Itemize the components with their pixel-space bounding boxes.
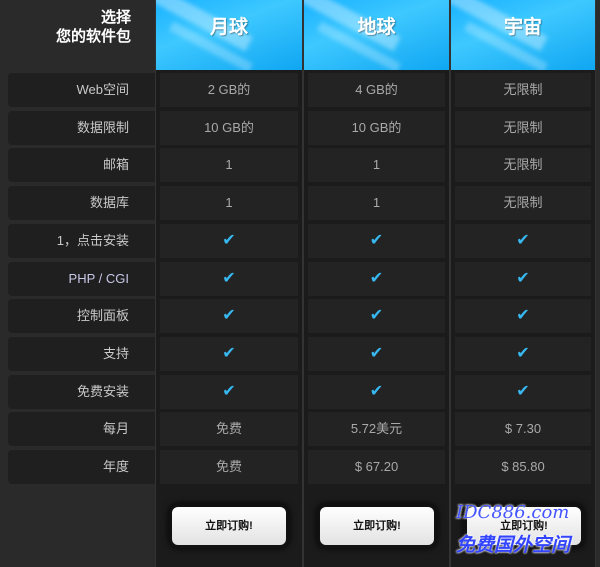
feature-label-support: 支持	[8, 337, 155, 371]
plan-cell: 10 GB的	[160, 111, 298, 145]
plan-column-moon: 月球 2 GB的 10 GB的 1 1 ✔ ✔ ✔ ✔ ✔ 免费 免费 立即订购…	[155, 0, 303, 567]
feature-label-web-space: Web空间	[8, 73, 155, 107]
watermark-slogan: 免费国外空间	[456, 534, 571, 556]
plan-cell: 10 GB的	[308, 111, 445, 145]
plan-cell: 无限制	[455, 111, 591, 145]
check-icon: ✔	[160, 375, 298, 409]
check-icon: ✔	[455, 262, 591, 296]
check-icon: ✔	[160, 224, 298, 258]
order-now-button-earth[interactable]: 立即订购!	[320, 507, 434, 545]
feature-label-data-limit: 数据限制	[8, 111, 155, 145]
feature-label-monthly: 每月	[8, 412, 155, 446]
choose-heading-line1: 选择	[100, 9, 131, 26]
plan-column-universe: 宇宙 无限制 无限制 无限制 无限制 ✔ ✔ ✔ ✔ ✔ $ 7.30 $ 85…	[450, 0, 596, 567]
check-icon: ✔	[308, 337, 445, 371]
plan-name: 宇宙	[503, 17, 542, 38]
choose-heading-line2: 您的软件包	[55, 28, 131, 45]
feature-label-one-click-install: 1，点击安装	[8, 224, 155, 258]
pricing-table: 选择 您的软件包 Web空间 数据限制 邮箱 数据库 1，点击安装 PHP / …	[0, 0, 600, 567]
plan-cell: 免费	[160, 412, 298, 446]
feature-label-database: 数据库	[8, 186, 155, 220]
plan-cell: 1	[308, 186, 445, 220]
plan-cell: 免费	[160, 450, 298, 484]
check-icon: ✔	[160, 337, 298, 371]
check-icon: ✔	[455, 337, 591, 371]
check-icon: ✔	[308, 262, 445, 296]
plan-cell: $ 7.30	[455, 412, 591, 446]
check-icon: ✔	[455, 375, 591, 409]
check-icon: ✔	[308, 375, 445, 409]
feature-label-php-cgi: PHP / CGI	[8, 262, 155, 296]
watermark-site: IDC886.com	[456, 502, 570, 523]
check-icon: ✔	[160, 299, 298, 333]
plan-name: 地球	[357, 17, 396, 38]
feature-label-free-setup: 免费安装	[8, 375, 155, 409]
order-now-button-moon[interactable]: 立即订购!	[172, 507, 286, 545]
plan-cell: 4 GB的	[308, 73, 445, 107]
plan-cell: $ 67.20	[308, 450, 445, 484]
plan-header-moon: 月球	[156, 0, 302, 70]
plan-cell: 无限制	[455, 186, 591, 220]
feature-label-control-panel: 控制面板	[8, 299, 155, 333]
check-icon: ✔	[455, 224, 591, 258]
feature-label-yearly: 年度	[8, 450, 155, 484]
plan-cell: 1	[160, 186, 298, 220]
check-icon: ✔	[160, 262, 298, 296]
check-icon: ✔	[308, 299, 445, 333]
check-icon: ✔	[455, 299, 591, 333]
plan-cell: 无限制	[455, 148, 591, 182]
plan-cell: $ 85.80	[455, 450, 591, 484]
check-icon: ✔	[308, 224, 445, 258]
plan-cell: 1	[308, 148, 445, 182]
plan-cell: 5.72美元	[308, 412, 445, 446]
plan-column-earth: 地球 4 GB的 10 GB的 1 1 ✔ ✔ ✔ ✔ ✔ 5.72美元 $ 6…	[303, 0, 450, 567]
choose-package-heading: 选择 您的软件包	[0, 8, 131, 46]
plan-cell: 1	[160, 148, 298, 182]
feature-label-email: 邮箱	[8, 148, 155, 182]
plan-header-universe: 宇宙	[451, 0, 595, 70]
plan-header-earth: 地球	[304, 0, 449, 70]
plan-cell: 2 GB的	[160, 73, 298, 107]
plan-name: 月球	[209, 17, 248, 38]
feature-label-column: 选择 您的软件包 Web空间 数据限制 邮箱 数据库 1，点击安装 PHP / …	[0, 0, 157, 567]
plan-cell: 无限制	[455, 73, 591, 107]
